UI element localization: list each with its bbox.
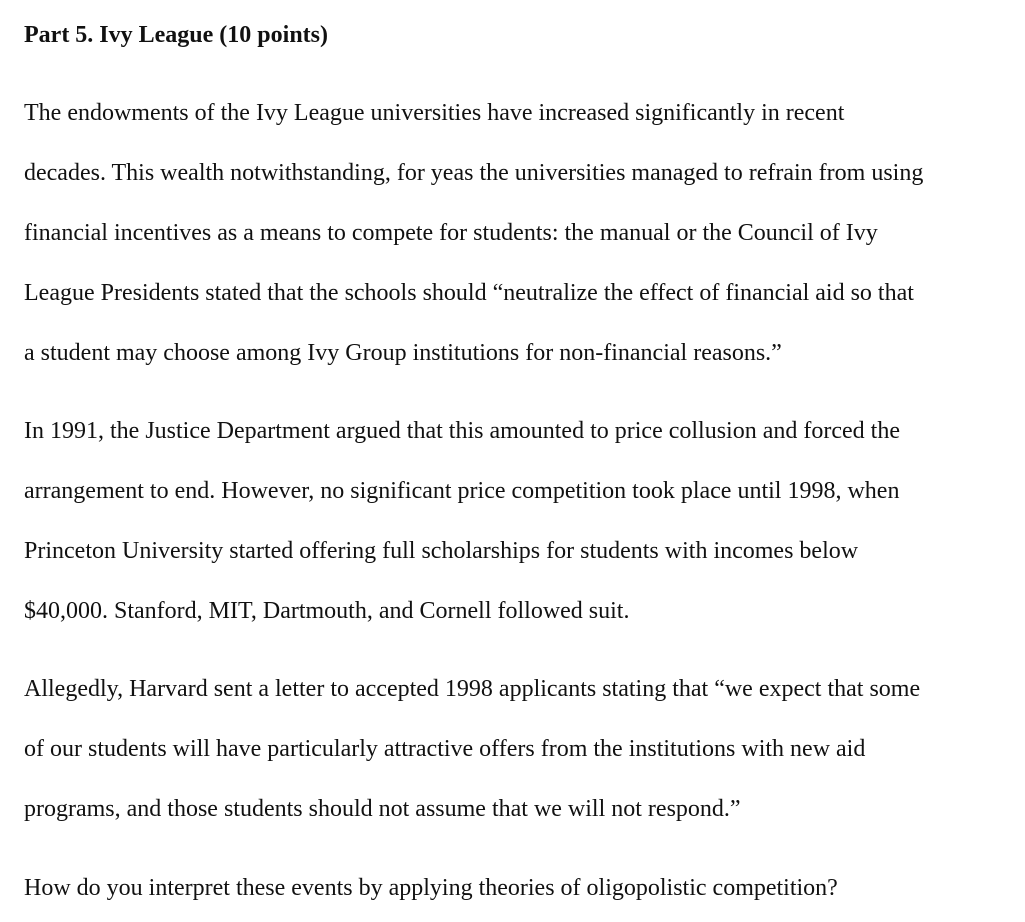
paragraph-line: of our students will have particularly a… (24, 736, 866, 762)
paragraph-endowments: The endowments of the Ivy League univers… (24, 83, 923, 383)
paragraph-line: The endowments of the Ivy League univers… (24, 100, 845, 126)
paragraph-line: decades. This wealth notwithstanding, fo… (24, 160, 924, 186)
question-paragraph: How do you interpret these events by app… (24, 858, 838, 918)
paragraph-line: Allegedly, Harvard sent a letter to acce… (24, 676, 921, 702)
paragraph-line: League Presidents stated that the school… (24, 280, 914, 306)
paragraph-line: a student may choose among Ivy Group ins… (24, 340, 782, 366)
question-text: How do you interpret these events by app… (24, 875, 838, 901)
paragraph-line: $40,000. Stanford, MIT, Dartmouth, and C… (24, 598, 630, 624)
paragraph-harvard-letter: Allegedly, Harvard sent a letter to acce… (24, 659, 920, 839)
paragraph-line: arrangement to end. However, no signific… (24, 478, 900, 504)
paragraph-line: Princeton University started offering fu… (24, 538, 859, 564)
paragraph-justice-department: In 1991, the Justice Department argued t… (24, 401, 900, 641)
paragraph-line: financial incentives as a means to compe… (24, 220, 878, 246)
paragraph-line: programs, and those students should not … (24, 796, 741, 822)
section-title: Part 5. Ivy League (10 points) (24, 22, 328, 48)
document-page: Part 5. Ivy League (10 points) The endow… (0, 0, 1025, 922)
paragraph-line: In 1991, the Justice Department argued t… (24, 418, 900, 444)
